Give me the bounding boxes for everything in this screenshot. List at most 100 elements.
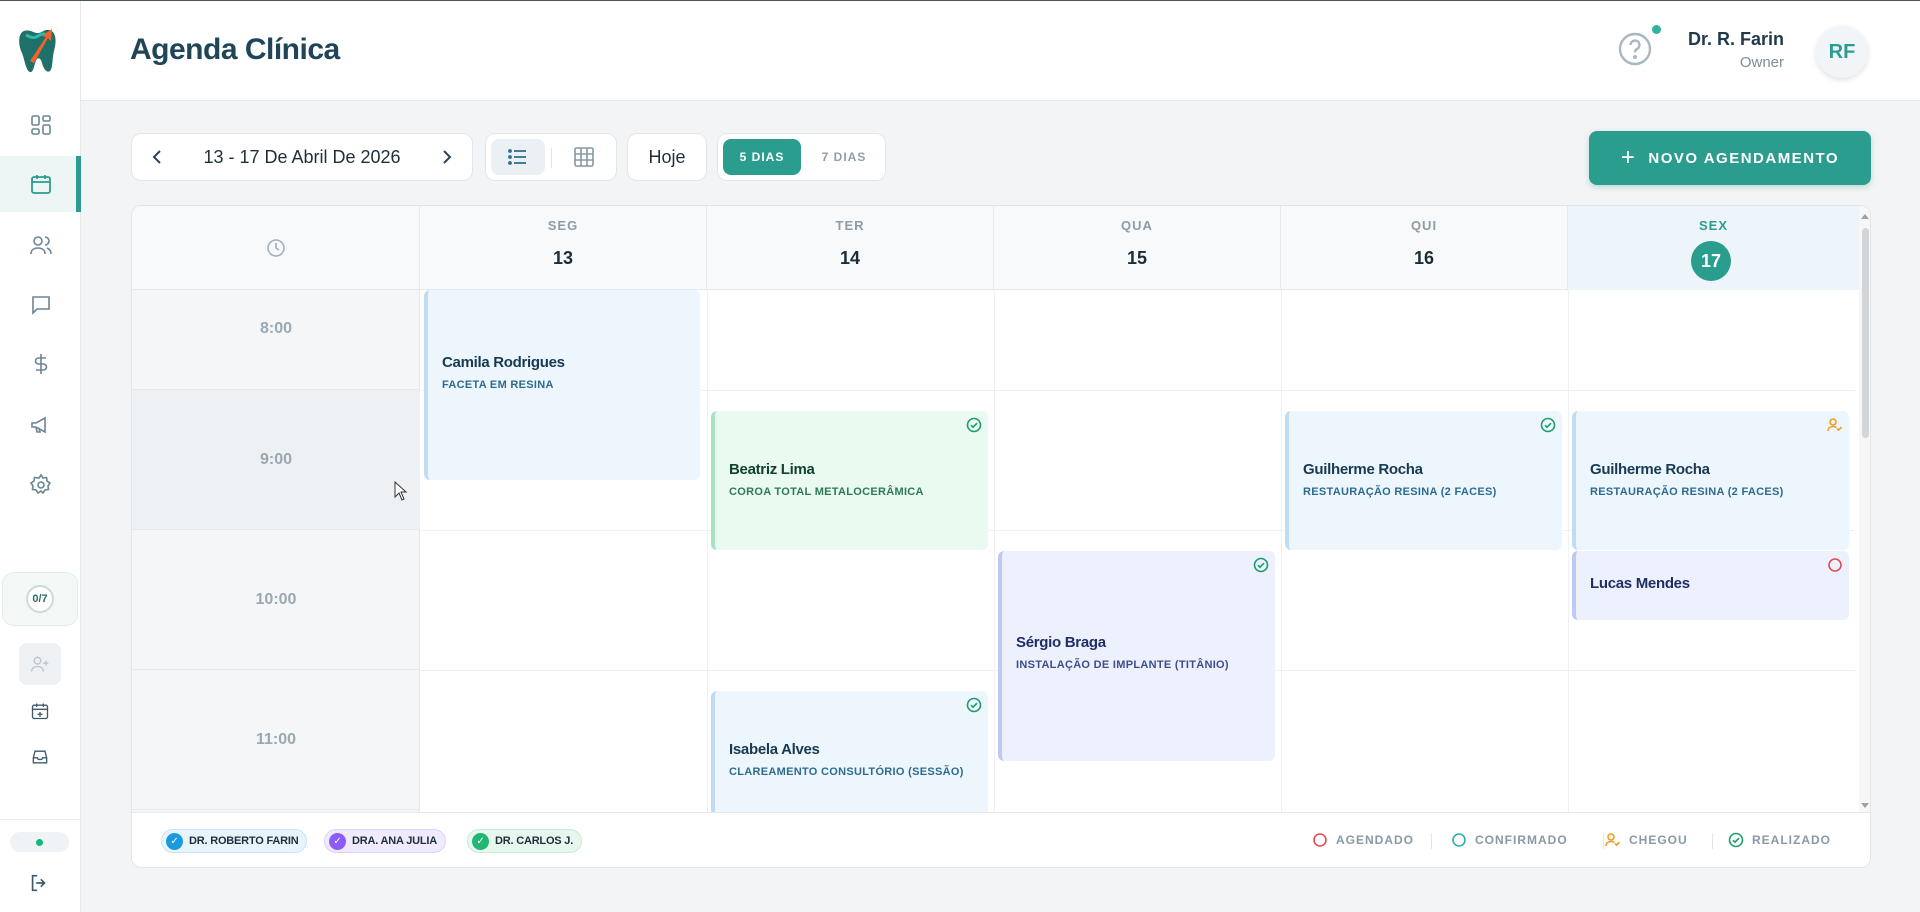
check-circle-icon (966, 697, 982, 713)
user-role: Owner (1739, 54, 1784, 71)
add-patient-button[interactable] (19, 643, 61, 685)
appointment-card[interactable]: Isabela Alves CLAREAMENTO CONSULTÓRIO (S… (711, 691, 988, 812)
day-number: 14 (839, 248, 861, 268)
nav-messages[interactable] (0, 277, 81, 333)
nav-calendar[interactable] (0, 156, 81, 212)
inbox-icon (32, 750, 48, 764)
chevron-left-icon[interactable] (148, 147, 168, 167)
legend-label: REALIZADO (1752, 833, 1831, 847)
calendar-grid: SEG 13 TER 14 QUA 15 QUI 16 SEX 17 8:00 … (131, 205, 1871, 868)
patient-name: Sérgio Braga (1016, 634, 1106, 651)
view-toggle (485, 133, 617, 181)
time-column: 8:00 9:00 10:00 11:00 (132, 290, 420, 812)
scroll-thumb[interactable] (1862, 228, 1869, 438)
grid-view-button[interactable] (557, 139, 611, 175)
time-slot-10: 10:00 (132, 530, 420, 670)
procedure-label: INSTALAÇÃO DE IMPLANTE (TITÂNIO) (1016, 659, 1229, 671)
help-icon[interactable] (1617, 31, 1653, 67)
logout-button[interactable] (28, 872, 50, 899)
day-line (1281, 290, 1282, 812)
day-of-week: SEG (547, 218, 579, 233)
online-dot (36, 838, 43, 846)
scroll-up-arrow[interactable] (1861, 214, 1869, 219)
date-navigator: 13 - 17 De Abril De 2026 (131, 133, 473, 181)
procedure-label: RESTAURAÇÃO RESINA (2 FACES) (1590, 486, 1784, 498)
check-circle-icon (966, 417, 982, 433)
doctor-filter-chip[interactable]: ✓ DR. ROBERTO FARIN (161, 829, 308, 853)
day-header-wed[interactable]: QUA 15 (994, 206, 1281, 290)
new-appointment-label: NOVO AGENDAMENTO (1648, 149, 1840, 167)
calendar-icon (30, 175, 51, 194)
doctor-filter-chip[interactable]: ✓ DR. CARLOS J. (467, 829, 583, 853)
seven-days-button[interactable]: 7 DIAS (806, 139, 882, 175)
day-header-thu[interactable]: QUI 16 (1281, 206, 1568, 290)
sidebar-divider (0, 819, 81, 820)
doctor-name: DR. CARLOS J. (495, 835, 574, 847)
legend-label: CONFIRMADO (1475, 833, 1568, 847)
tooth-logo-icon[interactable] (16, 23, 66, 75)
nav-marketing[interactable] (0, 397, 81, 453)
dashboard-icon (30, 115, 51, 135)
appointment-card[interactable]: Sérgio Braga INSTALAÇÃO DE IMPLANTE (TIT… (998, 551, 1275, 761)
appointment-card[interactable]: Camila Rodrigues FACETA EM RESINA (424, 290, 700, 480)
day-of-week: SEX (1698, 218, 1728, 233)
appointment-card[interactable]: Lucas Mendes (1572, 551, 1849, 620)
time-slot-9: 9:00 (132, 390, 420, 530)
mouse-cursor-icon (394, 481, 408, 501)
appointment-card[interactable]: Beatriz Lima COROA TOTAL METALOCERÂMICA (711, 411, 988, 550)
day-of-week: QUI (1410, 218, 1438, 233)
quick-schedule-button[interactable] (19, 690, 61, 732)
doctor-name: DR. ROBERTO FARIN (189, 835, 299, 847)
legend-done: REALIZADO (1728, 832, 1831, 848)
day-of-week: TER (835, 218, 865, 233)
clock-icon (266, 239, 285, 257)
users-icon (29, 236, 52, 255)
page-title: Agenda Clínica (130, 33, 340, 66)
day-header-mon[interactable]: SEG 13 (420, 206, 707, 290)
day-number: 13 (552, 248, 574, 268)
procedure-label: RESTAURAÇÃO RESINA (2 FACES) (1303, 486, 1497, 498)
sidebar: 0/7 (0, 1, 81, 912)
day-line (1568, 290, 1569, 812)
progress-count: 0/7 (26, 585, 54, 613)
avatar[interactable]: RF (1816, 26, 1868, 78)
nav-finance[interactable] (0, 336, 81, 392)
gear-icon (29, 473, 51, 495)
patient-name: Guilherme Rocha (1303, 461, 1423, 478)
time-slot-8: 8:00 (132, 268, 420, 390)
check-icon: ✓ (329, 832, 346, 850)
online-status (10, 832, 69, 852)
five-days-button[interactable]: 5 DIAS (723, 139, 801, 175)
day-header-tue[interactable]: TER 14 (707, 206, 994, 290)
chat-icon (31, 296, 50, 315)
chevron-right-icon[interactable] (436, 147, 456, 167)
doctor-filter-chip[interactable]: ✓ DRA. ANA JULIA (324, 829, 446, 853)
doctor-name: DRA. ANA JULIA (352, 835, 437, 847)
day-header-fri-today[interactable]: SEX 17 (1568, 206, 1859, 290)
nav-patients[interactable] (0, 217, 81, 273)
legend-divider (1712, 833, 1713, 849)
top-header: Agenda Clínica Dr. R. Farin Owner RF (81, 1, 1920, 101)
appointment-card[interactable]: Guilherme Rocha RESTAURAÇÃO RESINA (2 FA… (1285, 411, 1562, 550)
nav-dashboard[interactable] (0, 97, 81, 153)
user-plus-icon (31, 656, 49, 672)
legend-scheduled: AGENDADO (1312, 832, 1414, 848)
inbox-button[interactable] (19, 736, 61, 778)
appointment-card[interactable]: Guilherme Rocha RESTAURAÇÃO RESINA (2 FA… (1572, 411, 1849, 550)
calendar-scrollbar[interactable] (1859, 206, 1870, 812)
today-button[interactable]: Hoje (627, 133, 707, 181)
list-view-button[interactable] (491, 139, 545, 175)
today-day-number: 17 (1691, 241, 1731, 281)
progress-badge[interactable]: 0/7 (2, 572, 78, 626)
patient-name: Guilherme Rocha (1590, 461, 1710, 478)
legend-confirmed: CONFIRMADO (1451, 832, 1568, 848)
legend-arrived: CHEGOU (1605, 832, 1688, 848)
procedure-label: FACETA EM RESINA (442, 379, 554, 391)
calendar-legend: ✓ DR. ROBERTO FARIN ✓ DRA. ANA JULIA ✓ D… (132, 812, 1870, 867)
scroll-down-arrow[interactable] (1861, 803, 1869, 808)
user-check-icon (1605, 833, 1621, 847)
new-appointment-button[interactable]: + NOVO AGENDAMENTO (1589, 131, 1871, 185)
nav-settings[interactable] (0, 457, 81, 513)
procedure-label: CLAREAMENTO CONSULTÓRIO (SESSÃO) (729, 766, 964, 778)
patient-name: Isabela Alves (729, 741, 820, 758)
